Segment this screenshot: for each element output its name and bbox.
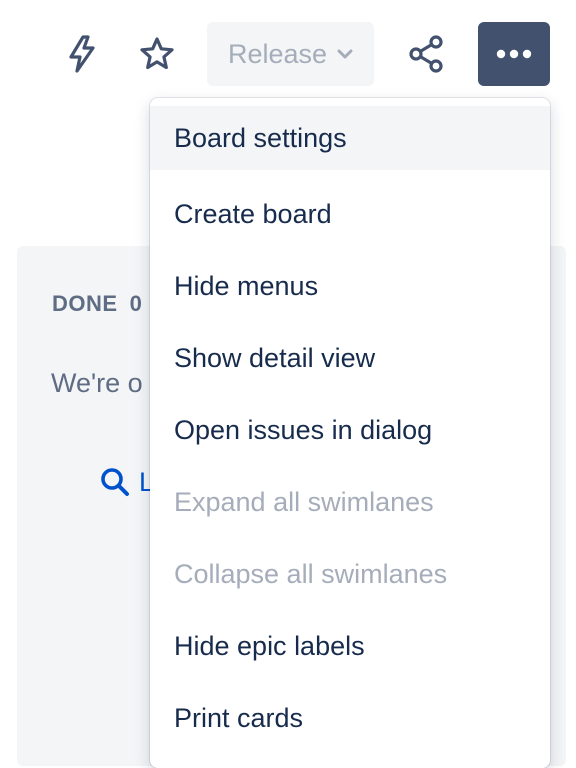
column-search-link[interactable]: L bbox=[99, 466, 154, 498]
menu-item-hide-menus[interactable]: Hide menus bbox=[150, 250, 550, 322]
column-header: DONE 0 bbox=[52, 291, 142, 317]
chevron-down-icon bbox=[337, 48, 353, 60]
star-icon bbox=[140, 37, 174, 70]
search-icon bbox=[101, 468, 129, 496]
menu-item-collapse-all-swimlanes: Collapse all swimlanes bbox=[174, 558, 448, 589]
column-empty-message: We're o bbox=[51, 368, 143, 398]
menu-item-show-detail-view[interactable]: Show detail view bbox=[150, 322, 550, 394]
menu-item-open-issues-in-dialog[interactable]: Open issues in dialog bbox=[150, 394, 550, 466]
star-button[interactable] bbox=[129, 26, 185, 82]
release-button[interactable]: Release bbox=[207, 22, 374, 86]
automation-button[interactable] bbox=[54, 26, 110, 82]
share-icon bbox=[409, 35, 443, 73]
more-actions-button[interactable] bbox=[478, 22, 550, 86]
more-actions-menu: Board settings Create board Hide menus S… bbox=[150, 98, 550, 768]
lightning-bolt-icon bbox=[69, 35, 95, 73]
column-count: 0 bbox=[129, 291, 143, 316]
release-label: Release bbox=[227, 38, 328, 69]
menu-item-hide-epic-labels[interactable]: Hide epic labels bbox=[150, 610, 550, 682]
menu-item-create-board[interactable]: Create board bbox=[150, 178, 550, 250]
column-title: DONE bbox=[52, 291, 118, 316]
menu-item-expand-all-swimlanes: Expand all swimlanes bbox=[174, 486, 434, 517]
more-horizontal-icon bbox=[496, 49, 532, 59]
share-button[interactable] bbox=[398, 26, 454, 82]
menu-item-print-cards[interactable]: Print cards bbox=[150, 682, 550, 754]
menu-item-board-settings[interactable]: Board settings bbox=[150, 106, 550, 170]
